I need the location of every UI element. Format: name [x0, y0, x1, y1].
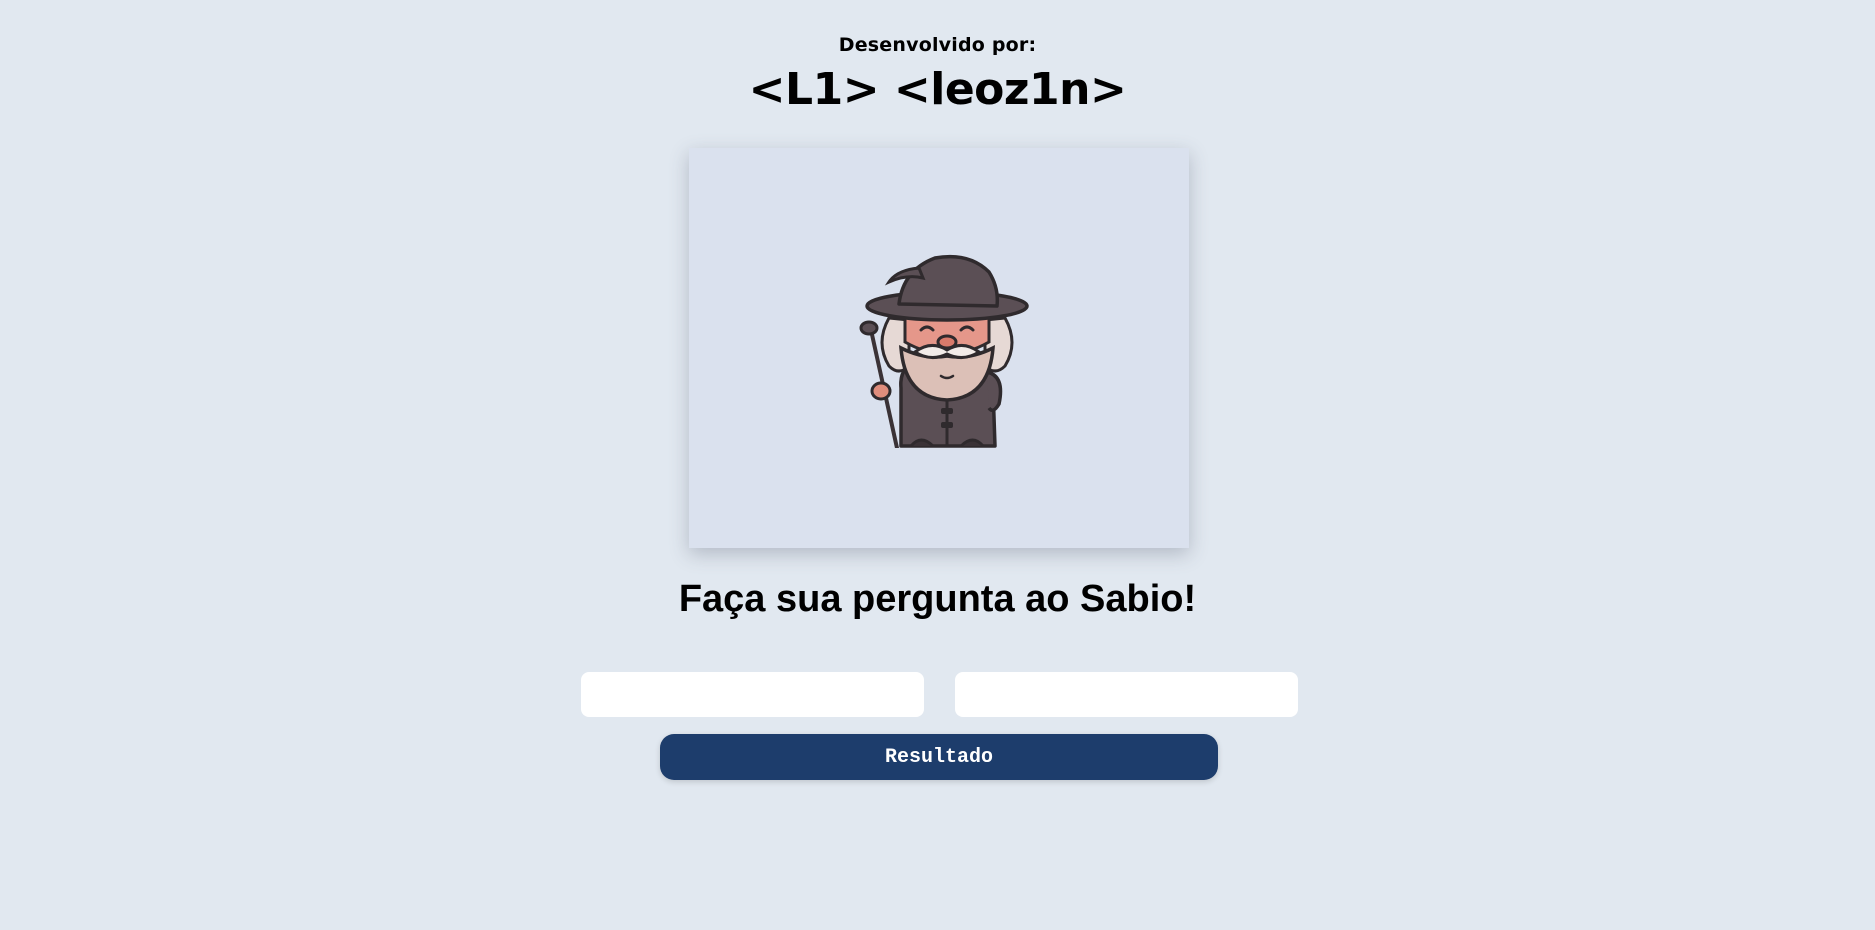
page: Desenvolvido por: <L1> <leoz1n> Faça sua… — [0, 0, 1875, 930]
result-button[interactable]: Resultado — [660, 734, 1218, 780]
question-input-2[interactable] — [955, 672, 1298, 717]
page-heading: Faça sua pergunta ao Sabio! — [678, 578, 1197, 620]
wizard-image-card — [689, 148, 1189, 548]
credit-label: Desenvolvido por: — [838, 34, 1037, 56]
wizard-icon — [859, 254, 1029, 448]
question-input-1[interactable] — [581, 672, 924, 717]
credit-name: <L1> <leoz1n> — [748, 64, 1127, 115]
